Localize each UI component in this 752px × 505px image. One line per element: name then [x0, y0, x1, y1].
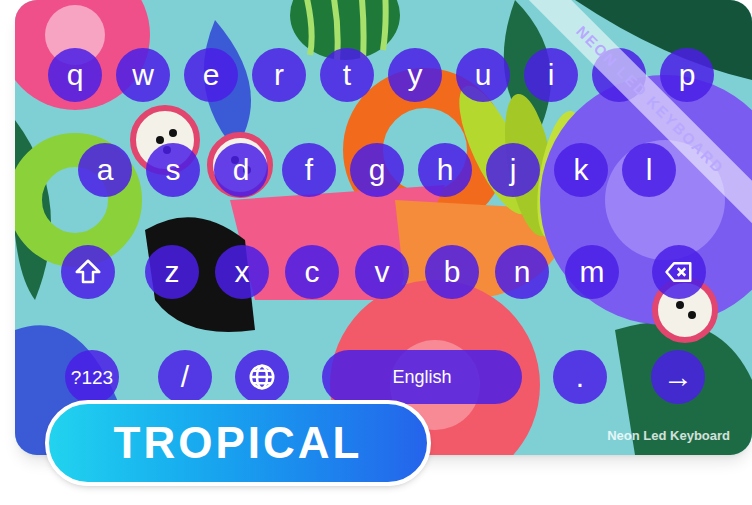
letter-key[interactable]: . [553, 350, 607, 404]
letter-key[interactable]: x [215, 245, 269, 299]
key-label: u [475, 60, 492, 90]
letter-key[interactable]: v [355, 245, 409, 299]
key-label: f [305, 155, 313, 185]
key-label: p [679, 60, 696, 90]
letter-key[interactable]: f [282, 143, 336, 197]
globe-key[interactable] [235, 350, 289, 404]
watermark-text: Neon Led Keyboard [607, 426, 730, 446]
space-key[interactable]: English [322, 350, 522, 404]
theme-badge: TROPICAL [45, 400, 431, 486]
letter-key[interactable]: c [285, 245, 339, 299]
letter-key[interactable]: i [524, 48, 578, 102]
key-label: j [510, 155, 517, 185]
globe-icon [247, 362, 277, 392]
key-label: / [181, 362, 189, 392]
letter-key[interactable]: e [184, 48, 238, 102]
key-row: zxcvbnm [15, 245, 752, 299]
key-label: b [444, 257, 461, 287]
key-label: e [203, 60, 220, 90]
symbols-key[interactable]: ?123 [65, 350, 119, 404]
shift-key[interactable] [61, 245, 115, 299]
letter-key[interactable]: g [350, 143, 404, 197]
backspace-icon [664, 257, 694, 287]
letter-key[interactable]: r [252, 48, 306, 102]
letter-key[interactable]: z [145, 245, 199, 299]
shift-arrow-icon [73, 257, 103, 287]
key-label: ?123 [71, 368, 113, 387]
key-label: . [576, 362, 584, 392]
letter-key[interactable]: b [425, 245, 479, 299]
letter-key[interactable]: u [456, 48, 510, 102]
key-label: q [67, 60, 84, 90]
key-label: y [408, 60, 423, 90]
key-label: m [580, 257, 605, 287]
key-label: h [437, 155, 454, 185]
letter-key[interactable]: s [146, 143, 200, 197]
key-label: k [574, 155, 589, 185]
backspace-key[interactable] [652, 245, 706, 299]
letter-key[interactable]: n [495, 245, 549, 299]
key-label: a [97, 155, 114, 185]
key-label: English [392, 368, 451, 386]
key-label: w [132, 60, 154, 90]
key-label: d [233, 155, 250, 185]
letter-key[interactable]: t [320, 48, 374, 102]
letter-key[interactable]: d [214, 143, 268, 197]
letter-key[interactable]: j [486, 143, 540, 197]
key-label: s [166, 155, 181, 185]
letter-key[interactable]: a [78, 143, 132, 197]
enter-key[interactable]: → [651, 350, 705, 404]
key-label: x [235, 257, 250, 287]
key-label: l [646, 155, 653, 185]
letter-key[interactable]: w [116, 48, 170, 102]
letter-key[interactable]: l [622, 143, 676, 197]
key-label: → [663, 362, 693, 392]
letter-key[interactable]: m [565, 245, 619, 299]
key-label: c [305, 257, 320, 287]
key-label: z [165, 257, 180, 287]
keyboard: q w e r t y u i p a s d f g h j k l z x c v b n m ?123 / English. → [15, 0, 752, 404]
key-label: v [375, 257, 390, 287]
letter-key[interactable]: p [660, 48, 714, 102]
key-row: asdfghjkl [15, 143, 752, 197]
letter-key[interactable]: q [48, 48, 102, 102]
letter-key[interactable]: / [158, 350, 212, 404]
key-label: t [343, 60, 351, 90]
letter-key[interactable]: y [388, 48, 442, 102]
key-row: ?123 / English. → [15, 350, 752, 404]
letter-key[interactable]: h [418, 143, 472, 197]
key-label: n [514, 257, 531, 287]
badge-text: TROPICAL [114, 410, 363, 476]
key-label: i [548, 60, 555, 90]
key-label: r [274, 60, 284, 90]
key-label: g [369, 155, 386, 185]
letter-key[interactable]: k [554, 143, 608, 197]
